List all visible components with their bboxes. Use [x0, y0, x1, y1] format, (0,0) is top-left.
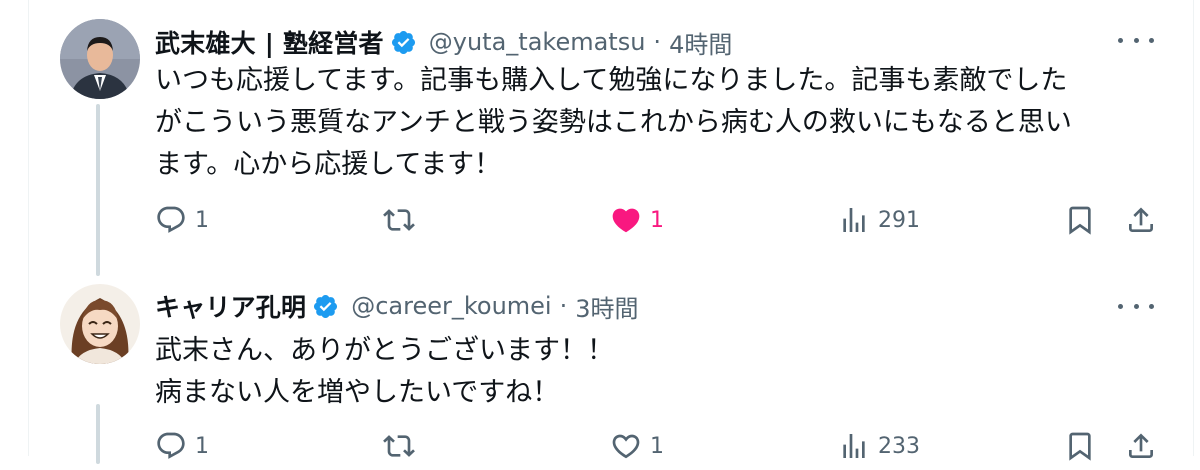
bookmark-icon [1069, 432, 1091, 461]
tweet-text-line: がこういう悪質なアンチと戦う姿勢はこれから病む人の救いにもなると思い [155, 107, 1072, 138]
views-button[interactable]: 233 [838, 430, 920, 462]
timestamp[interactable]: 4時間 [669, 25, 732, 60]
avatar[interactable] [60, 284, 140, 364]
share-icon [1129, 207, 1153, 232]
repost-icon [383, 435, 415, 457]
reply-icon [157, 432, 185, 459]
tweet-text-line: 武末さん、ありがとうございます！！ [155, 335, 614, 366]
author-handle[interactable]: @yuta_takematsu [429, 28, 646, 56]
tweet-text: いつも応援してます。記事も購入して勉強になりました。記事も素敵でした がこういう… [155, 60, 1072, 186]
like-count: 1 [650, 433, 664, 459]
view-count: 291 [878, 207, 920, 233]
separator-dot: · [653, 28, 662, 56]
reply-count: 1 [195, 207, 209, 233]
like-count: 1 [650, 207, 664, 233]
tweet-header: キャリア孔明 @career_koumei · 3時間 [155, 288, 639, 324]
views-icon [843, 208, 865, 232]
repost-button[interactable] [383, 430, 415, 462]
author-handle[interactable]: @career_koumei [351, 292, 551, 320]
like-icon [612, 208, 640, 233]
reply-button[interactable]: 1 [155, 430, 209, 462]
like-button[interactable]: 1 [610, 430, 664, 462]
views-icon [843, 434, 865, 458]
tweet-text: 武末さん、ありがとうございます！！ 病まない人を増やしたいですね！ [155, 330, 614, 414]
avatar[interactable] [60, 19, 140, 99]
tweet[interactable]: 武末雄大 | 塾経営者 @yuta_takematsu · 4時間 いつも応援し… [0, 0, 1200, 280]
repost-button[interactable] [383, 204, 415, 236]
view-count: 233 [878, 433, 920, 459]
bookmark-icon [1069, 206, 1091, 235]
like-icon [612, 434, 640, 459]
reply-button[interactable]: 1 [155, 204, 209, 236]
repost-icon [383, 209, 415, 231]
tweet-text-line: 病まない人を増やしたいですね！ [155, 377, 560, 408]
bookmark-button[interactable] [1064, 430, 1096, 462]
share-icon [1129, 433, 1153, 458]
bookmark-button[interactable] [1064, 204, 1096, 236]
tweet-header: 武末雄大 | 塾経営者 @yuta_takematsu · 4時間 [155, 24, 732, 60]
share-button[interactable] [1125, 204, 1157, 236]
more-icon[interactable] [1118, 28, 1154, 52]
share-button[interactable] [1125, 430, 1157, 462]
separator-dot: · [559, 292, 568, 320]
timestamp[interactable]: 3時間 [575, 289, 638, 324]
views-button[interactable]: 291 [838, 204, 920, 236]
more-icon[interactable] [1118, 294, 1154, 318]
author-name[interactable]: キャリア孔明 [155, 288, 306, 324]
tweet[interactable]: キャリア孔明 @career_koumei · 3時間 武末さん、ありがとうござ… [0, 280, 1200, 461]
like-button[interactable]: 1 [610, 204, 664, 236]
reply-count: 1 [195, 433, 209, 459]
reply-icon [157, 206, 185, 233]
tweet-text-line: ます。心から応援してます！ [155, 149, 502, 180]
author-name[interactable]: 武末雄大 | 塾経営者 [155, 24, 384, 60]
verified-badge-icon [391, 30, 415, 54]
tweet-actions: 1 1 233 [0, 430, 1200, 470]
tweet-actions: 1 1 291 [0, 204, 1200, 244]
verified-badge-icon [314, 294, 338, 318]
tweet-text-line: いつも応援してます。記事も購入して勉強になりました。記事も素敵でした [155, 65, 1068, 96]
